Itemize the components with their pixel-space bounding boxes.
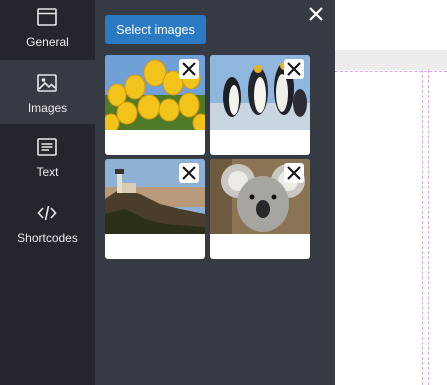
image-card[interactable] bbox=[105, 55, 205, 155]
image-card[interactable] bbox=[105, 159, 205, 259]
sidebar-item-shortcodes[interactable]: Shortcodes bbox=[0, 196, 95, 260]
remove-image-icon[interactable] bbox=[284, 163, 304, 183]
image-card[interactable] bbox=[210, 159, 310, 259]
remove-image-icon[interactable] bbox=[179, 163, 199, 183]
text-lines-icon bbox=[37, 138, 57, 156]
remove-image-icon[interactable] bbox=[284, 59, 304, 79]
window-icon bbox=[37, 8, 57, 26]
close-icon[interactable] bbox=[306, 4, 326, 24]
sidebar-item-general[interactable]: General bbox=[0, 0, 95, 64]
preview-area bbox=[335, 0, 447, 385]
sidebar-item-label: Shortcodes bbox=[17, 231, 78, 245]
guide-line bbox=[428, 70, 429, 385]
sidebar-item-images[interactable]: Images bbox=[0, 60, 95, 124]
remove-image-icon[interactable] bbox=[179, 59, 199, 79]
preview-toolbar bbox=[335, 50, 447, 70]
image-card[interactable] bbox=[210, 55, 310, 155]
code-icon bbox=[37, 205, 57, 221]
sidebar-item-label: General bbox=[26, 35, 69, 49]
sidebar: General Images Text Shortcodes bbox=[0, 0, 95, 385]
sidebar-item-label: Images bbox=[27, 101, 68, 115]
images-panel: Select images bbox=[95, 0, 335, 385]
sidebar-item-text[interactable]: Text bbox=[0, 130, 95, 194]
guide-line bbox=[422, 70, 423, 385]
select-images-button[interactable]: Select images bbox=[105, 15, 206, 44]
guide-line bbox=[335, 71, 447, 72]
sidebar-item-label: Text bbox=[36, 165, 59, 179]
image-icon bbox=[37, 74, 57, 92]
